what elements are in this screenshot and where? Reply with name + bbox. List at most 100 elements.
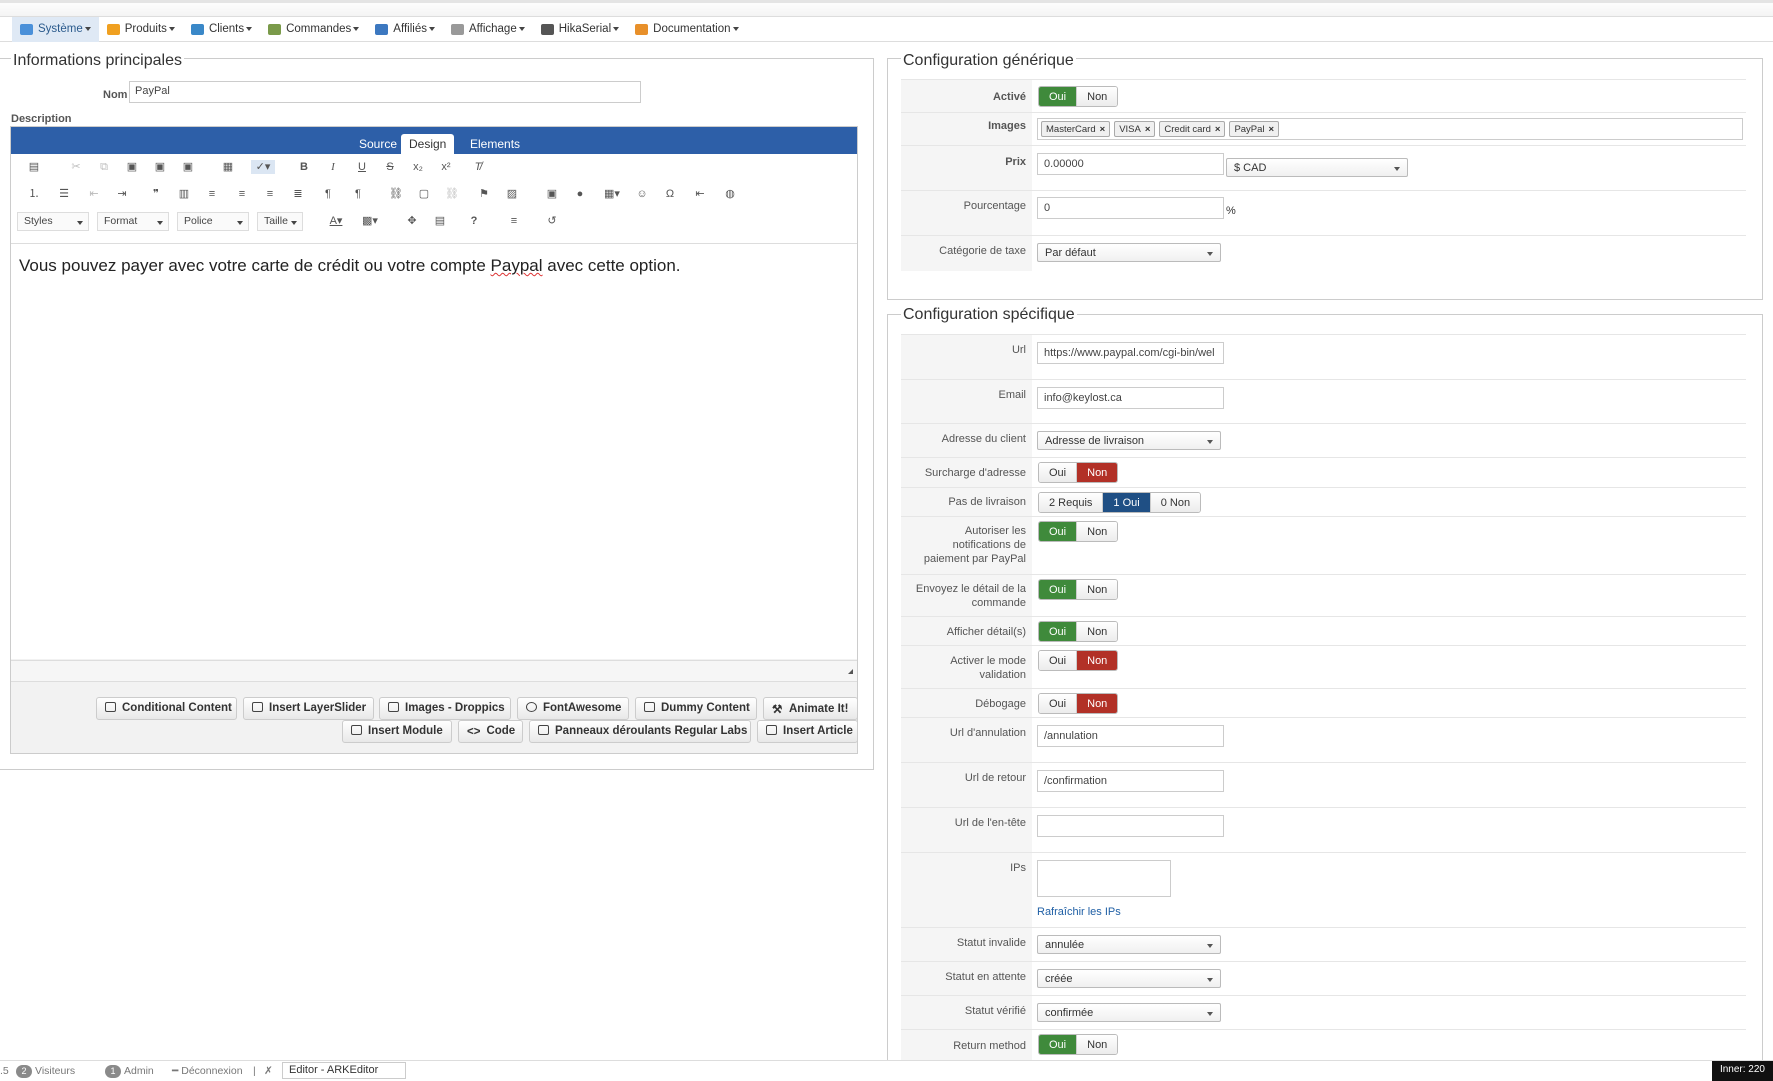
paste-word-icon[interactable]: ▣ [181,160,195,174]
menu-hikaserial[interactable]: HikaSerial [533,17,627,42]
unlink-icon[interactable]: ⛓ [445,187,459,201]
paste-icon[interactable]: ▣ [125,160,139,174]
menu-affichage[interactable]: Affichage [443,17,533,42]
smiley-icon[interactable]: ☺ [635,187,649,201]
cancel-url-input[interactable]: /annulation [1037,725,1224,747]
send-order-details-toggle[interactable]: Oui Non [1038,579,1119,600]
remove-tag-icon[interactable]: × [1145,124,1151,135]
code-button[interactable]: <> Code [458,720,523,743]
italic-icon[interactable]: I [326,160,340,174]
insert-layerslider-button[interactable]: Insert LayerSlider [243,697,374,720]
tab-design[interactable]: Design [401,134,455,154]
indent-icon[interactable]: ⇥ [115,187,129,201]
fontawesome-button[interactable]: FontAwesome [517,697,629,720]
header-url-input[interactable] [1037,815,1224,837]
align-center-icon[interactable]: ≡ [235,187,249,201]
special-char-icon[interactable]: Ω [663,187,677,201]
anchor-flag-icon[interactable]: ⚑ [477,187,491,201]
insert-module-button[interactable]: Insert Module [342,720,452,743]
client-address-select[interactable]: Adresse de livraison [1037,431,1221,450]
blockquote-icon[interactable]: ❞ [149,187,163,201]
notifications-yes[interactable]: Oui [1039,522,1078,541]
flash-icon[interactable]: ● [573,187,587,201]
conditional-content-button[interactable]: Conditional Content [96,697,237,720]
admin-counter[interactable]: 1 Admin [105,1065,154,1078]
regular-labs-sliders-button[interactable]: Panneaux déroulants Regular Labs [529,720,751,743]
menu-produits[interactable]: Produits [99,17,183,42]
url-input[interactable]: https://www.paypal.com/cgi-bin/wel [1037,342,1224,364]
invalid-status-select[interactable]: annulée [1037,935,1221,954]
refresh-ips-link[interactable]: Rafraîchir les IPs [1037,906,1121,918]
strikethrough-icon[interactable]: S [383,160,397,174]
show-blocks-icon[interactable]: ▤ [433,214,447,228]
show-details-yes[interactable]: Oui [1039,622,1078,641]
active-yes[interactable]: Oui [1039,87,1078,106]
menu-systeme[interactable]: Système [12,16,99,42]
link-icon[interactable]: ⛓ [389,187,403,201]
verified-status-select[interactable]: confirmée [1037,1003,1221,1022]
tab-source[interactable]: Source [351,134,405,154]
align-left-icon[interactable]: ≡ [205,187,219,201]
debug-yes[interactable]: Oui [1039,694,1078,713]
iframe-globe-icon[interactable]: ◍ [723,187,737,201]
remove-tag-icon[interactable]: × [1100,124,1106,135]
active-toggle[interactable]: Oui Non [1038,86,1119,107]
price-input[interactable]: 0.00000 [1037,153,1224,175]
bullet-list-icon[interactable]: ☰ [57,187,71,201]
menu-clients[interactable]: Clients [183,17,260,42]
logout-link[interactable]: ━ Déconnexion [172,1065,243,1077]
outdent-icon[interactable]: ⇤ [87,187,101,201]
remove-format-icon[interactable]: T̸ [471,160,485,174]
no-shipping-toggle[interactable]: 2 Requis 1 Oui 0 Non [1038,492,1202,513]
percent-input[interactable]: 0 [1037,197,1224,219]
active-no[interactable]: Non [1077,87,1118,106]
address-override-no[interactable]: Non [1077,463,1118,482]
about-help-icon[interactable]: ? [467,214,481,228]
superscript-icon[interactable]: x² [439,160,453,174]
resize-handle-icon[interactable] [848,669,853,674]
dummy-content-button[interactable]: Dummy Content [635,697,757,720]
subscript-icon[interactable]: x₂ [411,160,425,174]
validation-no[interactable]: Non [1077,651,1118,670]
menu-affilies[interactable]: Affiliés [367,17,443,42]
ips-textarea[interactable] [1037,860,1171,897]
show-details-no[interactable]: Non [1077,622,1118,641]
return-method-yes[interactable]: Oui [1039,1035,1078,1054]
cut-icon[interactable]: ✂ [69,160,83,174]
find-replace-icon[interactable]: ▦ [221,160,235,174]
table-icon[interactable]: ▦▾ [601,187,623,201]
shipping-yes[interactable]: 1 Oui [1103,493,1151,512]
spellcheck-icon[interactable]: ✓▾ [251,160,275,174]
div-container-icon[interactable]: ▥ [177,187,191,201]
debug-toggle[interactable]: Oui Non [1038,693,1119,714]
shipping-no[interactable]: 0 Non [1150,493,1201,512]
notifications-no[interactable]: Non [1077,522,1118,541]
font-dropdown[interactable]: Police [177,212,249,231]
images-tag-input[interactable]: MasterCard × VISA × Credit card × PayPal × [1037,118,1743,140]
tax-select[interactable]: Par défaut [1037,243,1221,262]
paste-text-icon[interactable]: ▣ [153,160,167,174]
editor-content-area[interactable]: Vous pouvez payer avec votre carte de cr… [11,243,857,659]
send-details-no[interactable]: Non [1077,580,1118,599]
text-color-icon[interactable]: A▾ [325,214,347,228]
menu-documentation[interactable]: Documentation [627,17,746,42]
pending-status-select[interactable]: créée [1037,969,1221,988]
maximize-icon[interactable]: ✥ [405,214,419,228]
styles-dropdown[interactable]: Styles [17,212,89,231]
justify-icon[interactable]: ≣ [291,187,305,201]
return-method-no[interactable]: Non [1077,1035,1118,1054]
address-override-toggle[interactable]: Oui Non [1038,462,1119,483]
address-override-yes[interactable]: Oui [1039,463,1078,482]
copy-icon[interactable]: ⧉ [97,160,111,174]
new-document-icon[interactable]: ▤ [27,160,41,174]
remove-tag-icon[interactable]: × [1215,124,1221,135]
image-manager-icon[interactable]: ▨ [505,187,519,201]
tab-elements[interactable]: Elements [462,134,528,154]
bg-color-icon[interactable]: ▩▾ [359,214,381,228]
bold-icon[interactable]: B [297,160,311,174]
insert-article-button[interactable]: Insert Article [757,720,858,743]
readmore-icon[interactable]: ≡ [507,214,521,228]
align-right-icon[interactable]: ≡ [263,187,277,201]
shipping-required[interactable]: 2 Requis [1039,493,1104,512]
email-input[interactable]: info@keylost.ca [1037,387,1224,409]
